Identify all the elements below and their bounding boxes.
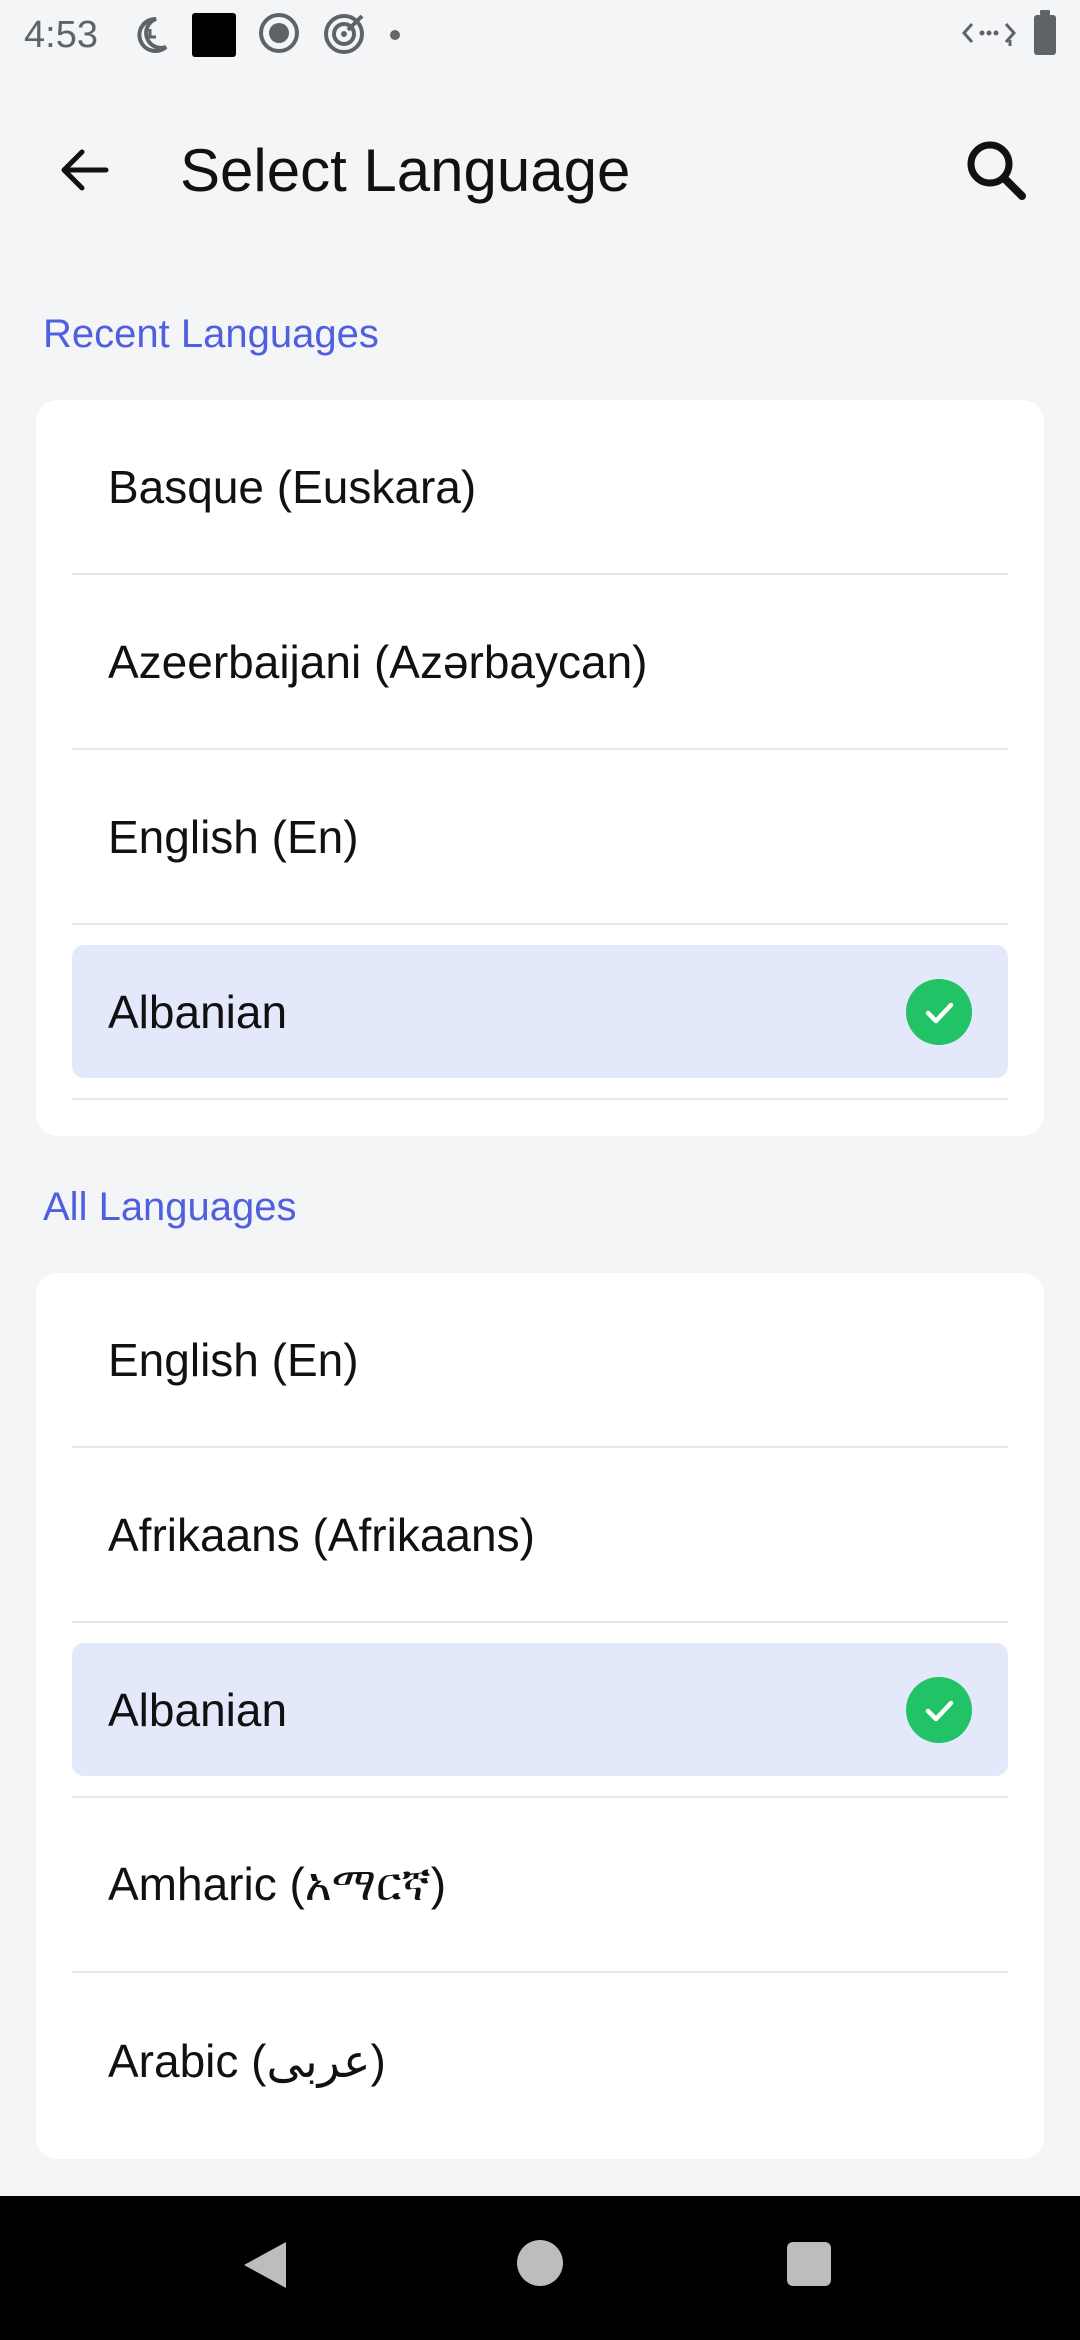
page-title: Select Language: [180, 136, 631, 204]
language-item-albanian[interactable]: Albanian: [72, 1623, 1008, 1798]
status-icons-right: [961, 10, 1056, 55]
app-notification-icon: [191, 13, 236, 57]
all-languages-card: English (En) Afrikaans (Afrikaans) Alban…: [36, 1273, 1044, 2159]
language-label: Basque (Euskara): [108, 460, 477, 513]
language-label: Azeerbaijani (Azərbaycan): [108, 635, 648, 688]
nav-recents-button[interactable]: [787, 2242, 831, 2286]
app-bar: Select Language: [0, 110, 1080, 230]
language-label: English (En): [108, 810, 359, 863]
language-label: Afrikaans (Afrikaans): [108, 1508, 535, 1561]
language-item-arabic[interactable]: Arabic (عربى): [72, 1973, 1008, 2148]
status-icons-left: [130, 10, 400, 61]
triangle-back-icon: [244, 2242, 286, 2288]
recent-language-item-azerbaijani[interactable]: Azeerbaijani (Azərbaycan): [72, 575, 1008, 750]
recent-language-item-basque[interactable]: Basque (Euskara): [72, 400, 1008, 575]
search-button[interactable]: [956, 130, 1036, 210]
language-label: Albanian: [108, 1683, 288, 1736]
more-notifications-icon: [389, 30, 400, 40]
language-item-amharic[interactable]: Amharic (አማርኛ): [72, 1798, 1008, 1973]
check-circle-icon: [906, 978, 972, 1045]
record-icon: [258, 12, 300, 59]
status-time: 4:53: [24, 13, 98, 56]
language-label: Albanian: [108, 985, 288, 1038]
recent-language-item-albanian[interactable]: Albanian: [72, 925, 1008, 1100]
nav-home-button[interactable]: [517, 2240, 563, 2286]
target-icon: [322, 10, 368, 61]
all-languages-heading: All Languages: [43, 1185, 297, 1229]
recent-languages-card: Basque (Euskara) Azeerbaijani (Azərbayca…: [36, 400, 1044, 1136]
nav-back-button[interactable]: [242, 2240, 288, 2295]
do-not-disturb-icon: [130, 15, 170, 55]
back-button[interactable]: [44, 130, 124, 210]
language-label: Arabic (عربى): [108, 2034, 386, 2087]
check-circle-icon: [906, 1676, 972, 1743]
arrow-left-icon: [61, 149, 109, 191]
search-icon: [967, 141, 1026, 200]
language-label: English (En): [108, 1333, 359, 1386]
recent-languages-heading: Recent Languages: [43, 312, 379, 356]
system-navigation-bar: [0, 2196, 1080, 2340]
language-label: Amharic (አማርኛ): [108, 1857, 447, 1910]
language-item-afrikaans[interactable]: Afrikaans (Afrikaans): [72, 1448, 1008, 1623]
recent-language-item-english[interactable]: English (En): [72, 750, 1008, 925]
network-icon: [961, 18, 1017, 53]
status-bar: 4:53: [0, 0, 1080, 70]
battery-icon: [1034, 10, 1056, 55]
language-item-english[interactable]: English (En): [72, 1273, 1008, 1448]
